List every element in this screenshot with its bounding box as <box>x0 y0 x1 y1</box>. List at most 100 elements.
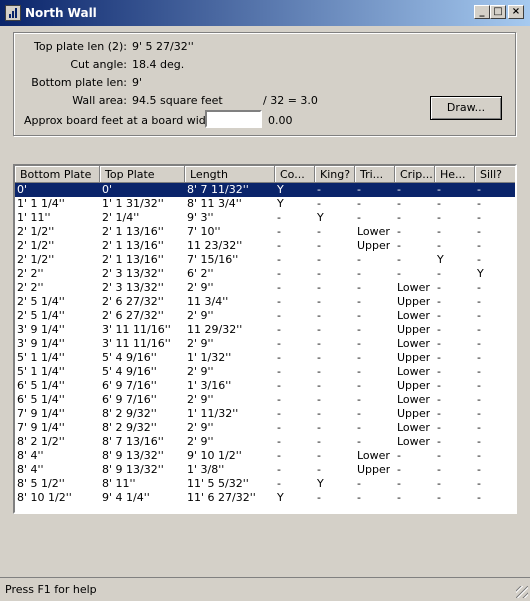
cell-top-plate: 2' 3 13/32'' <box>102 267 164 280</box>
cell-cripple: - <box>397 449 401 462</box>
cell-corner: - <box>277 435 281 448</box>
cell-king: - <box>317 365 321 378</box>
cell-trimmer: Lower <box>357 449 390 462</box>
cell-bottom-plate: 2' 5 1/4'' <box>17 295 65 308</box>
cell-king: - <box>317 393 321 406</box>
cell-trimmer: - <box>357 407 361 420</box>
cell-corner: - <box>277 421 281 434</box>
cell-cripple: - <box>397 491 401 504</box>
minimize-button[interactable]: _ <box>474 5 490 19</box>
cell-bottom-plate: 8' 5 1/2'' <box>17 477 65 490</box>
table-row[interactable]: 8' 4'' 8' 9 13/32'' 9' 10 1/2'' - - Lower - - - <box>15 449 515 463</box>
cell-top-plate: 8' 11'' <box>102 477 136 490</box>
table-row[interactable]: 8' 5 1/2'' 8' 11'' 11' 5 5/32'' - Y - - - - <box>15 477 515 491</box>
cut-angle-value: 18.4 deg. <box>132 58 185 71</box>
draw-button[interactable]: Draw... <box>430 96 502 120</box>
close-button[interactable]: × <box>508 5 524 19</box>
cell-sill: - <box>477 337 481 350</box>
table-row[interactable]: 8' 4'' 8' 9 13/32'' 1' 3/8'' - - Upper - - - <box>15 463 515 477</box>
table-row[interactable]: 7' 9 1/4'' 8' 2 9/32'' 2' 9'' - - - Lower - - <box>15 421 515 435</box>
framing-members-list[interactable]: Bottom Plate Top Plate Length Co... King… <box>13 164 517 514</box>
status-text: Press F1 for help <box>5 583 97 596</box>
table-row[interactable]: 2' 5 1/4'' 2' 6 27/32'' 11 3/4'' - - - Upper - - <box>15 295 515 309</box>
cell-trimmer: - <box>357 253 361 266</box>
cell-corner: - <box>277 463 281 476</box>
cell-header: - <box>437 421 441 434</box>
cell-trimmer: - <box>357 491 361 504</box>
cell-corner: - <box>277 211 281 224</box>
table-row[interactable]: 7' 9 1/4'' 8' 2 9/32'' 1' 11/32'' - - - Upper -… <box>15 407 515 421</box>
cell-header: - <box>437 211 441 224</box>
column-header-length[interactable]: Length <box>185 166 275 183</box>
title-bar[interactable]: North Wall _ □ × <box>0 0 530 26</box>
cell-trimmer: - <box>357 365 361 378</box>
table-row[interactable]: 6' 5 1/4'' 6' 9 7/16'' 2' 9'' - - - Lower - - <box>15 393 515 407</box>
cell-length: 2' 9'' <box>187 393 214 406</box>
cell-trimmer: Lower <box>357 225 390 238</box>
cell-length: 9' 3'' <box>187 211 214 224</box>
cell-corner: - <box>277 477 281 490</box>
table-row[interactable]: 2' 1/2'' 2' 1 13/16'' 11 23/32'' - - Upper - - - <box>15 239 515 253</box>
table-row[interactable]: 0' 0' 8' 7 11/32'' Y - - - - - <box>15 183 515 197</box>
cell-sill: - <box>477 211 481 224</box>
cell-header: - <box>437 239 441 252</box>
table-row[interactable]: 6' 5 1/4'' 6' 9 7/16'' 1' 3/16'' - - - Upper - - <box>15 379 515 393</box>
column-header-sill[interactable]: Sill? <box>475 166 515 183</box>
column-header-bottom-plate[interactable]: Bottom Plate <box>15 166 100 183</box>
cell-sill: - <box>477 253 481 266</box>
column-header-king[interactable]: King? <box>315 166 355 183</box>
table-row[interactable]: 1' 11'' 2' 1/4'' 9' 3'' - Y - - - - <box>15 211 515 225</box>
column-header-corner[interactable]: Co... <box>275 166 315 183</box>
bottom-plate-len-label: Bottom plate len: <box>31 76 127 89</box>
table-row[interactable]: 2' 1/2'' 2' 1 13/16'' 7' 15/16'' - - - - Y - <box>15 253 515 267</box>
cell-header: - <box>437 449 441 462</box>
cell-length: 6' 2'' <box>187 267 214 280</box>
cell-bottom-plate: 2' 2'' <box>17 267 44 280</box>
cut-angle-label: Cut angle: <box>70 58 127 71</box>
cell-sill: - <box>477 463 481 476</box>
cell-length: 2' 9'' <box>187 337 214 350</box>
cell-trimmer: - <box>357 477 361 490</box>
table-row[interactable]: 1' 1 1/4'' 1' 1 31/32'' 8' 11 3/4'' Y - - - - - <box>15 197 515 211</box>
cell-header: - <box>437 183 441 196</box>
cell-header: - <box>437 407 441 420</box>
board-width-input[interactable] <box>205 110 262 128</box>
table-row[interactable]: 5' 1 1/4'' 5' 4 9/16'' 1' 1/32'' - - - Upper - - <box>15 351 515 365</box>
column-header-cripple[interactable]: Crip... <box>395 166 435 183</box>
cell-length: 1' 1/32'' <box>187 351 232 364</box>
table-row[interactable]: 2' 1/2'' 2' 1 13/16'' 7' 10'' - - Lower - - - <box>15 225 515 239</box>
column-header-trimmer[interactable]: Tri... <box>355 166 395 183</box>
resize-grip[interactable] <box>516 586 528 598</box>
cell-header: - <box>437 295 441 308</box>
table-row[interactable]: 2' 5 1/4'' 2' 6 27/32'' 2' 9'' - - - Lower - - <box>15 309 515 323</box>
cell-cripple: - <box>397 253 401 266</box>
cell-header: - <box>437 197 441 210</box>
cell-king: - <box>317 407 321 420</box>
cell-header: - <box>437 337 441 350</box>
status-bar: Press F1 for help <box>0 577 530 600</box>
table-row[interactable]: 8' 10 1/2'' 9' 4 1/4'' 11' 6 27/32'' Y - - - - - <box>15 491 515 505</box>
table-row[interactable]: 2' 2'' 2' 3 13/32'' 6' 2'' - - - - - Y <box>15 267 515 281</box>
table-row[interactable]: 5' 1 1/4'' 5' 4 9/16'' 2' 9'' - - - Lower - - <box>15 365 515 379</box>
cell-top-plate: 6' 9 7/16'' <box>102 379 157 392</box>
cell-header: - <box>437 393 441 406</box>
maximize-button[interactable]: □ <box>490 5 506 19</box>
cell-corner: - <box>277 337 281 350</box>
cell-length: 8' 7 11/32'' <box>187 183 249 196</box>
cell-top-plate: 2' 6 27/32'' <box>102 295 164 308</box>
cell-trimmer: - <box>357 183 361 196</box>
cell-corner: - <box>277 281 281 294</box>
table-row[interactable]: 3' 9 1/4'' 3' 11 11/16'' 2' 9'' - - - Lower - - <box>15 337 515 351</box>
chart-app-icon[interactable] <box>5 5 21 21</box>
table-row[interactable]: 2' 2'' 2' 3 13/32'' 2' 9'' - - - Lower - - <box>15 281 515 295</box>
cell-trimmer: - <box>357 435 361 448</box>
table-row[interactable]: 3' 9 1/4'' 3' 11 11/16'' 11 29/32'' - - - Uppe… <box>15 323 515 337</box>
cell-bottom-plate: 6' 5 1/4'' <box>17 379 65 392</box>
column-header-header[interactable]: He... <box>435 166 475 183</box>
column-header-top-plate[interactable]: Top Plate <box>100 166 185 183</box>
cell-length: 2' 9'' <box>187 281 214 294</box>
cell-king: - <box>317 421 321 434</box>
cell-cripple: - <box>397 225 401 238</box>
table-row[interactable]: 8' 2 1/2'' 8' 7 13/16'' 2' 9'' - - - Lower - - <box>15 435 515 449</box>
cell-sill: - <box>477 183 481 196</box>
